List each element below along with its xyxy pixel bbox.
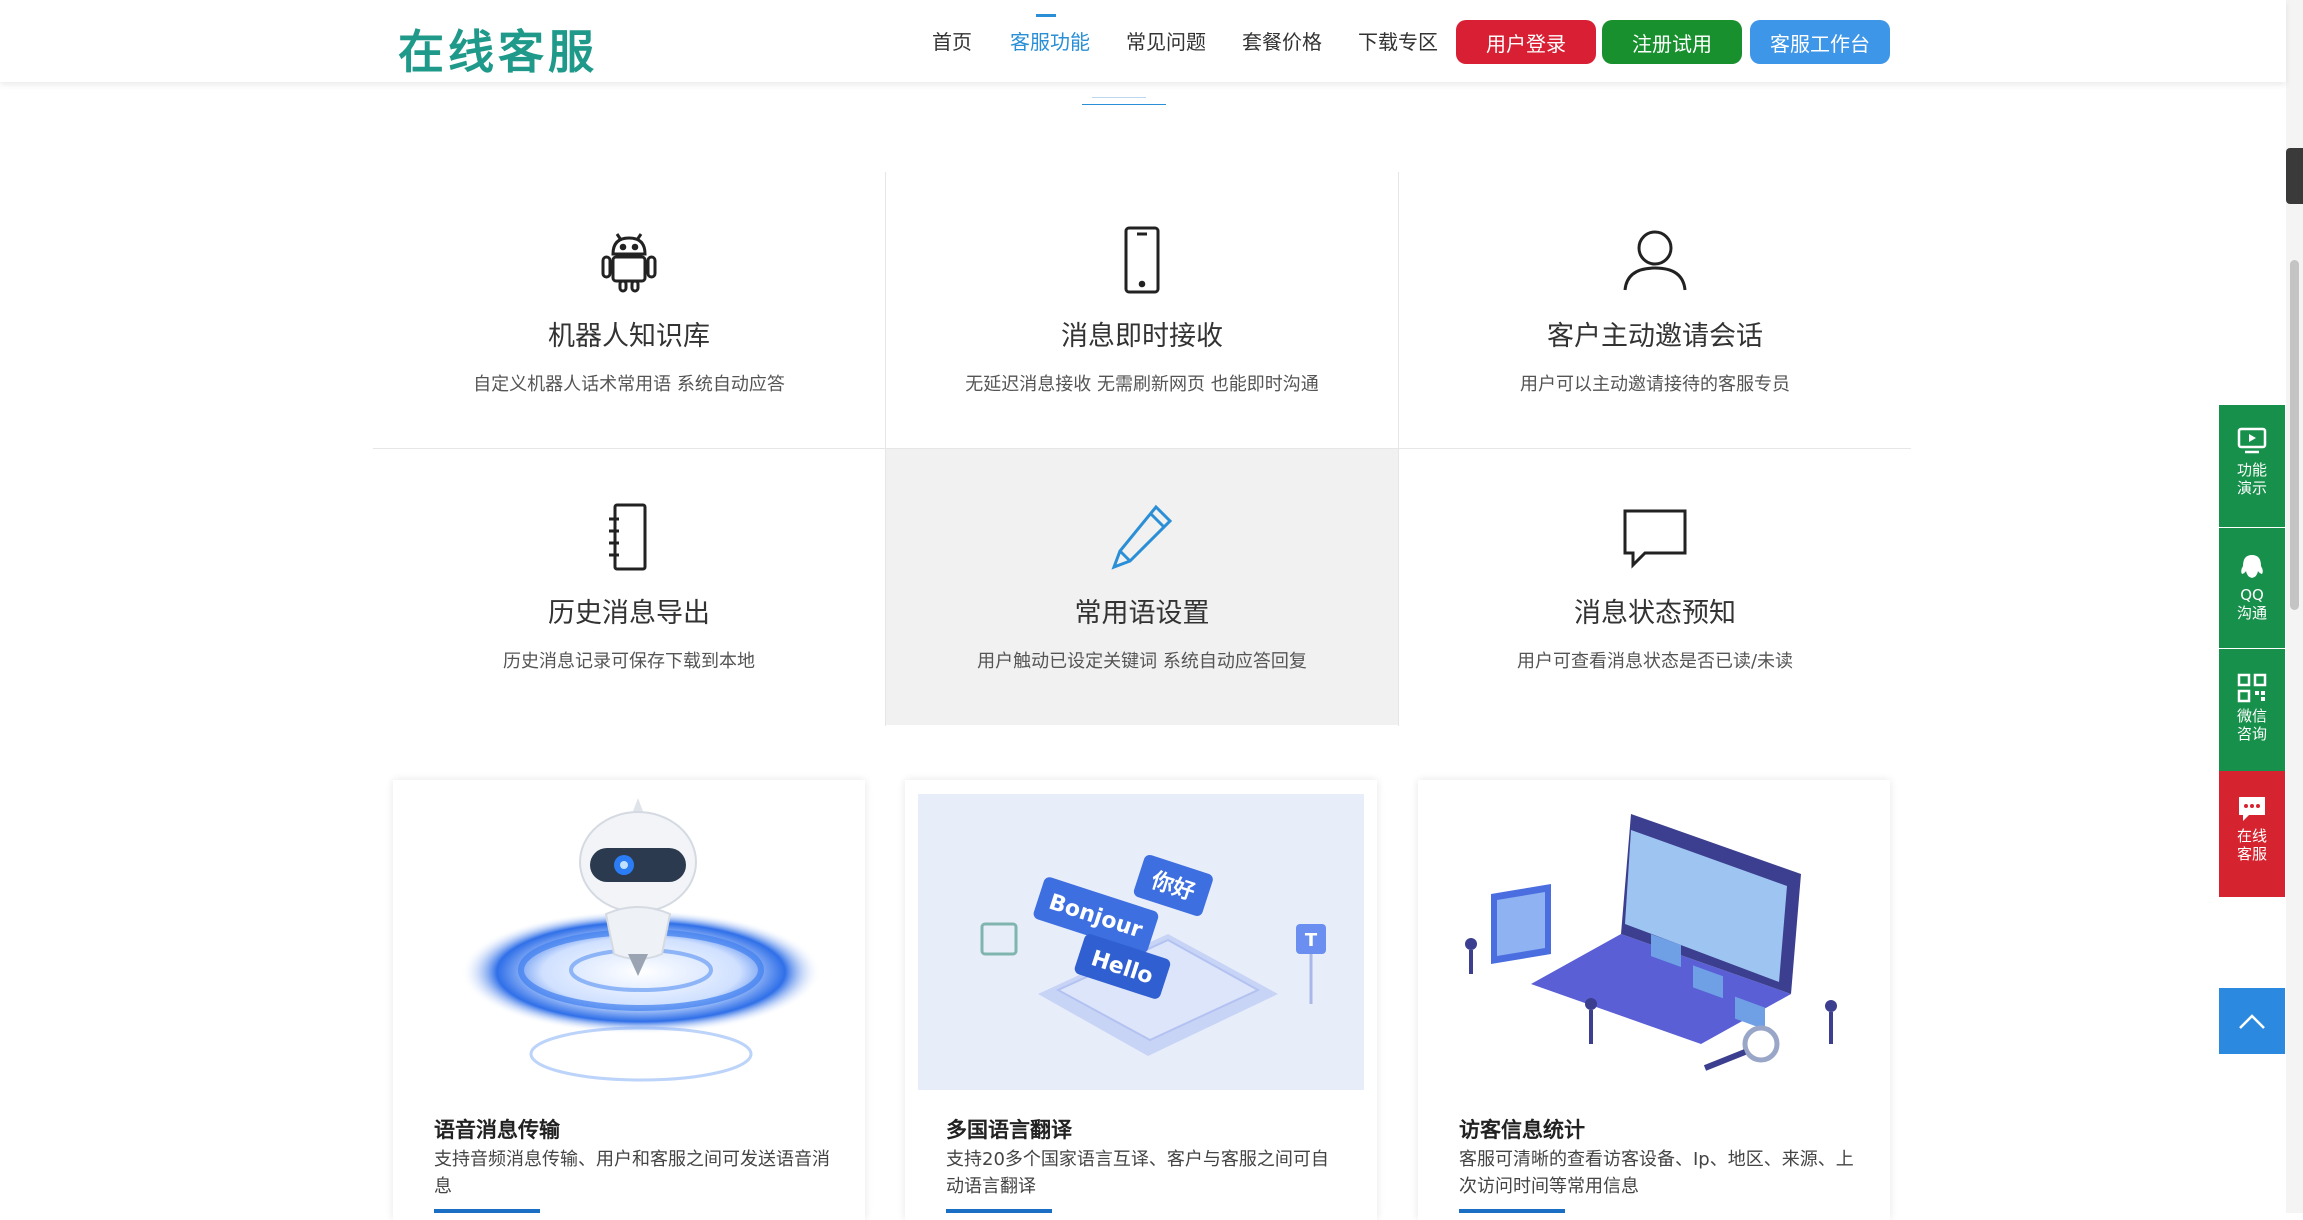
scrollbar-thumb[interactable] [2290, 260, 2299, 610]
card-desc: 支持20多个国家语言互译、客户与客服之间可自动语言翻译 [946, 1149, 1329, 1197]
robot-illustration [406, 794, 852, 1090]
chevron-up-icon [2239, 1014, 2265, 1029]
feature-desc: 历史消息记录可保存下载到本地 [503, 651, 755, 672]
phone-icon [1124, 226, 1160, 294]
feature-message-status[interactable]: 消息状态预知 用户可查看消息状态是否已读/未读 [1399, 449, 1911, 725]
feature-title: 消息状态预知 [1574, 598, 1736, 629]
feature-history-export[interactable]: 历史消息导出 历史消息记录可保存下载到本地 [373, 449, 885, 725]
card-more-bar[interactable] [946, 1209, 1052, 1213]
play-screen-icon [2237, 427, 2267, 454]
user-icon [1623, 230, 1687, 291]
card-title: 多国语言翻译 [946, 1118, 1072, 1142]
qq-icon [2241, 555, 2263, 578]
card-title: 访客信息统计 [1459, 1118, 1585, 1142]
site-logo[interactable]: 在线客服 [398, 16, 598, 82]
notebook-icon [609, 503, 647, 571]
float-item-label: 功能演示 [2237, 461, 2268, 497]
feature-title: 常用语设置 [1074, 598, 1210, 629]
feature-title: 消息即时接收 [1061, 321, 1223, 352]
edge-handle[interactable] [2286, 148, 2303, 204]
nav-item-faq[interactable]: 常见问题 [1126, 26, 1206, 55]
card-multilingual-translation[interactable]: Bonjour 你好 Hello T 多国语言翻译 支持20多个国家语言互译、客… [905, 780, 1377, 1220]
feature-desc: 自定义机器人话术常用语 系统自动应答 [473, 374, 785, 395]
feature-robot-knowledge[interactable]: 机器人知识库 自定义机器人话术常用语 系统自动应答 [373, 172, 885, 448]
translate-t-label: T [1305, 930, 1318, 951]
message-icon [2239, 797, 2265, 821]
translation-illustration: Bonjour 你好 Hello T [918, 794, 1364, 1090]
nav-item-features[interactable]: 客服功能 [1010, 26, 1090, 55]
android-icon [601, 233, 657, 293]
pencil-icon [1111, 504, 1173, 570]
register-trial-button[interactable]: 注册试用 [1602, 20, 1742, 64]
card-desc: 客服可清晰的查看访客设备、Ip、地区、来源、上次访问时间等常用信息 [1459, 1149, 1854, 1197]
float-qq[interactable]: QQ沟通 [2219, 528, 2285, 648]
float-online-service[interactable]: 在线客服 [2219, 771, 2285, 897]
agent-workbench-button[interactable]: 客服工作台 [1750, 20, 1890, 64]
feature-grid: 机器人知识库 自定义机器人话术常用语 系统自动应答 消息即时接收 无延迟消息接收… [373, 172, 1911, 726]
section-divider-light [1092, 97, 1146, 98]
nav-active-indicator [1036, 14, 1056, 17]
feature-title: 机器人知识库 [548, 321, 710, 352]
float-demo[interactable]: 功能演示 [2219, 405, 2285, 527]
float-wechat[interactable]: 微信咨询 [2219, 649, 2285, 771]
float-item-label: QQ沟通 [2237, 586, 2268, 622]
back-to-top-button[interactable] [2219, 988, 2285, 1054]
card-desc: 支持音频消息传输、用户和客服之间可发送语音消息 [434, 1149, 830, 1197]
nav-item-home[interactable]: 首页 [932, 26, 972, 55]
site-header: 在线客服 首页 客服功能 常见问题 套餐价格 下载专区 用户登录 注册试用 客服… [0, 0, 2286, 82]
feature-desc: 用户可查看消息状态是否已读/未读 [1516, 651, 1794, 672]
feature-invite-session[interactable]: 客户主动邀请会话 用户可以主动邀请接待的客服专员 [1399, 172, 1911, 448]
feature-title: 历史消息导出 [548, 598, 710, 629]
feature-desc: 用户触动已设定关键词 系统自动应答回复 [977, 651, 1307, 672]
float-item-label: 在线客服 [2237, 827, 2268, 863]
feature-title: 客户主动邀请会话 [1547, 321, 1763, 352]
card-voice-messages[interactable]: 语音消息传输 支持音频消息传输、用户和客服之间可发送语音消息 [393, 780, 865, 1220]
section-divider [1082, 104, 1166, 105]
nav-item-pricing[interactable]: 套餐价格 [1242, 26, 1322, 55]
chat-bubble-icon [1623, 509, 1687, 569]
card-more-bar[interactable] [434, 1209, 540, 1213]
analytics-illustration [1431, 794, 1877, 1090]
nav-item-downloads[interactable]: 下载专区 [1358, 26, 1438, 55]
card-more-bar[interactable] [1459, 1209, 1565, 1213]
feature-desc: 无延迟消息接收 无需刷新网页 也能即时沟通 [965, 374, 1319, 395]
feature-desc: 用户可以主动邀请接待的客服专员 [1520, 374, 1790, 395]
login-button[interactable]: 用户登录 [1456, 20, 1596, 64]
feature-quick-replies[interactable]: 常用语设置 用户触动已设定关键词 系统自动应答回复 [886, 449, 1398, 725]
float-item-label: 微信咨询 [2237, 707, 2268, 743]
qrcode-icon [2237, 673, 2267, 703]
feature-instant-message[interactable]: 消息即时接收 无延迟消息接收 无需刷新网页 也能即时沟通 [886, 172, 1398, 448]
card-visitor-statistics[interactable]: 访客信息统计 客服可清晰的查看访客设备、Ip、地区、来源、上次访问时间等常用信息 [1418, 780, 1890, 1220]
card-title: 语音消息传输 [434, 1118, 560, 1142]
